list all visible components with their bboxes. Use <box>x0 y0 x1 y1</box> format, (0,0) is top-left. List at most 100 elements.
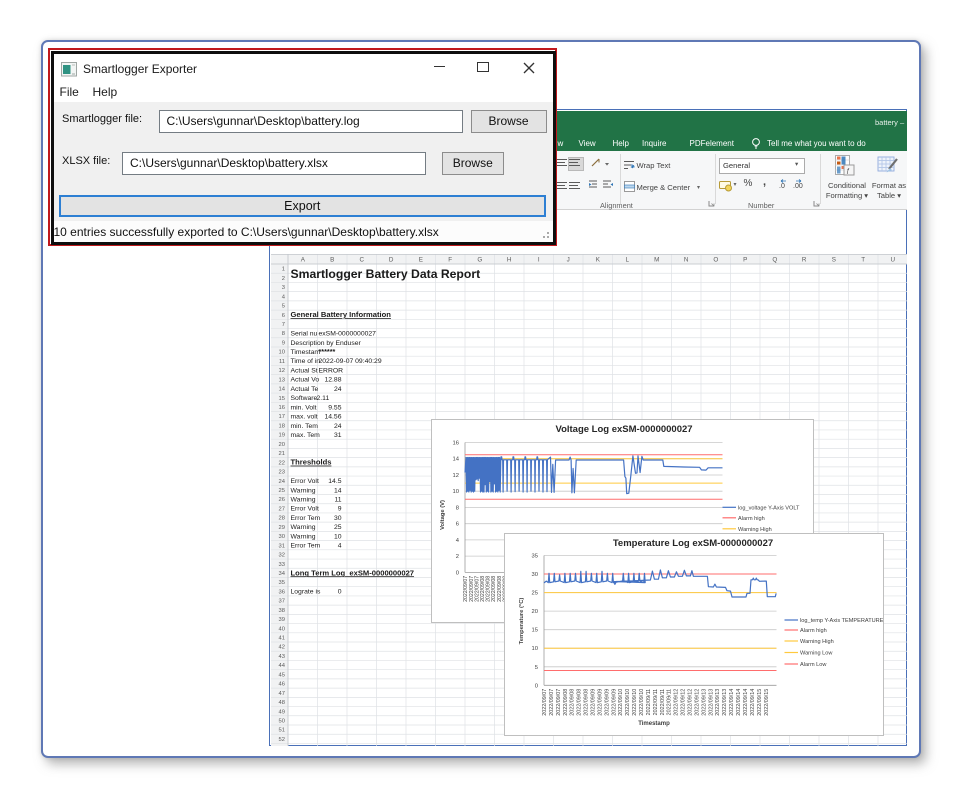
svg-text:9: 9 <box>337 505 341 512</box>
svg-text:Timestam: Timestam <box>290 349 320 356</box>
svg-text:25: 25 <box>531 590 537 596</box>
svg-text:31: 31 <box>333 432 341 439</box>
svg-text:2022/09/11: 2022/09/11 <box>659 688 665 715</box>
svg-text:2022/09/14: 2022/09/14 <box>729 688 735 715</box>
svg-text:30: 30 <box>278 534 284 540</box>
svg-text:16: 16 <box>452 440 458 446</box>
svg-text:32: 32 <box>278 552 284 558</box>
svg-text:31: 31 <box>278 543 284 549</box>
svg-text:Alarm high: Alarm high <box>800 628 827 634</box>
svg-text:Voltage (V): Voltage (V) <box>440 500 446 530</box>
svg-text:2022/09/10: 2022/09/10 <box>639 688 645 715</box>
svg-text:48: 48 <box>278 700 284 706</box>
svg-text:Actual Te: Actual Te <box>290 385 318 392</box>
svg-text:36: 36 <box>278 589 284 595</box>
svg-text:D: D <box>388 256 393 263</box>
svg-text:52: 52 <box>278 736 284 742</box>
svg-text:2022/09/13: 2022/09/13 <box>722 688 728 715</box>
svg-text:2022/09/09: 2022/09/09 <box>590 688 596 715</box>
svg-text:24: 24 <box>278 478 285 484</box>
svg-text:2: 2 <box>455 554 458 560</box>
svg-text:2022/09/07: 2022/09/07 <box>542 688 548 715</box>
svg-text:2022/09/08: 2022/09/08 <box>583 688 589 715</box>
svg-text:20: 20 <box>531 609 537 615</box>
svg-text:******: ****** <box>318 347 335 356</box>
svg-text:max. volt: max. volt <box>290 413 317 420</box>
svg-text:Timestamp: Timestamp <box>638 721 670 727</box>
svg-text:8: 8 <box>455 505 458 511</box>
svg-text:Error Tem: Error Tem <box>290 542 320 549</box>
svg-text:Thresholds: Thresholds <box>290 457 331 466</box>
svg-text:2022/09/08: 2022/09/08 <box>576 688 582 715</box>
svg-text:2022/09/12: 2022/09/12 <box>673 688 679 715</box>
svg-text:2022/09/11: 2022/09/11 <box>652 688 658 715</box>
svg-text:14: 14 <box>333 487 341 494</box>
svg-text:21: 21 <box>278 451 284 457</box>
svg-text:41: 41 <box>278 635 284 641</box>
svg-text:G: G <box>477 256 482 263</box>
svg-text:Temperature Log exSM-000000002: Temperature Log exSM-0000000027 <box>612 538 772 549</box>
svg-text:log_temp Y-Axis TEMPERATURE: log_temp Y-Axis TEMPERATURE <box>800 618 884 624</box>
svg-text:15: 15 <box>278 395 284 401</box>
svg-text:42: 42 <box>278 644 284 650</box>
svg-text:P: P <box>743 256 747 263</box>
svg-text:2022/09/13: 2022/09/13 <box>715 688 721 715</box>
svg-text:23: 23 <box>278 469 284 475</box>
svg-text:Error Volt: Error Volt <box>290 505 318 512</box>
svg-text:25: 25 <box>278 488 284 494</box>
svg-text:Error Tem: Error Tem <box>290 514 320 521</box>
svg-text:C: C <box>359 256 364 263</box>
svg-text:27: 27 <box>278 506 284 512</box>
svg-text:.00: .00 <box>793 183 803 190</box>
svg-text:2022/09/09: 2022/09/09 <box>604 688 610 715</box>
svg-text:Actual Vo: Actual Vo <box>290 376 319 383</box>
svg-text:33: 33 <box>278 561 284 567</box>
svg-text:2022/09/12: 2022/09/12 <box>687 688 693 715</box>
svg-text:Warning: Warning <box>290 533 315 540</box>
svg-text:min. Tem: min. Tem <box>290 422 318 429</box>
svg-text:2022/09/15: 2022/09/15 <box>763 688 769 715</box>
svg-text:Alarm Low: Alarm Low <box>800 662 827 668</box>
svg-text:Lograte is: Lograte is <box>290 588 320 595</box>
svg-text:2022/09/13: 2022/09/13 <box>701 688 707 715</box>
svg-text:0: 0 <box>337 588 341 595</box>
svg-text:24: 24 <box>333 385 341 392</box>
svg-text:2022/09/09: 2022/09/09 <box>597 688 603 715</box>
svg-text:2022/09/10: 2022/09/10 <box>632 688 638 715</box>
svg-text:9.55: 9.55 <box>328 404 341 411</box>
svg-text:Warning High: Warning High <box>738 526 772 532</box>
svg-text:Temperature (°C): Temperature (°C) <box>519 597 525 644</box>
svg-text:10: 10 <box>278 349 284 355</box>
svg-text:8: 8 <box>281 331 284 337</box>
svg-text:S: S <box>831 256 835 263</box>
svg-text:20: 20 <box>278 441 284 447</box>
svg-text:Serial nu: Serial nu <box>290 330 317 337</box>
svg-text:Alarm high: Alarm high <box>738 515 765 521</box>
svg-text:16: 16 <box>278 405 284 411</box>
svg-text:51: 51 <box>278 727 284 733</box>
svg-text:2022/09/12: 2022/09/12 <box>694 688 700 715</box>
svg-text:max. Tem: max. Tem <box>290 432 320 439</box>
svg-text:5: 5 <box>281 303 284 309</box>
svg-text:14.5: 14.5 <box>328 478 341 485</box>
svg-text:0: 0 <box>534 683 537 689</box>
svg-text:H: H <box>506 256 511 263</box>
svg-text:ERROR: ERROR <box>318 367 343 374</box>
svg-text:28: 28 <box>278 515 284 521</box>
svg-text:44: 44 <box>278 663 285 669</box>
svg-text:R: R <box>801 256 806 263</box>
svg-text:40: 40 <box>278 626 284 632</box>
svg-text:12: 12 <box>452 473 458 479</box>
svg-text:10: 10 <box>333 533 341 540</box>
svg-text:O: O <box>713 256 718 263</box>
svg-text:43: 43 <box>278 654 284 660</box>
svg-text:2022/09/08: 2022/09/08 <box>569 688 575 715</box>
svg-text:2022/09/09: 2022/09/09 <box>611 688 617 715</box>
svg-text:0: 0 <box>455 570 458 576</box>
svg-text:2022/09/11: 2022/09/11 <box>645 688 651 715</box>
svg-text:37: 37 <box>278 598 284 604</box>
svg-text:2022/09/10: 2022/09/10 <box>625 688 631 715</box>
svg-text:L: L <box>625 256 629 263</box>
svg-text:2022/09/11: 2022/09/11 <box>666 688 672 715</box>
svg-text:Long Term Log exSM-0000000027: Long Term Log exSM-0000000027 <box>290 568 414 577</box>
